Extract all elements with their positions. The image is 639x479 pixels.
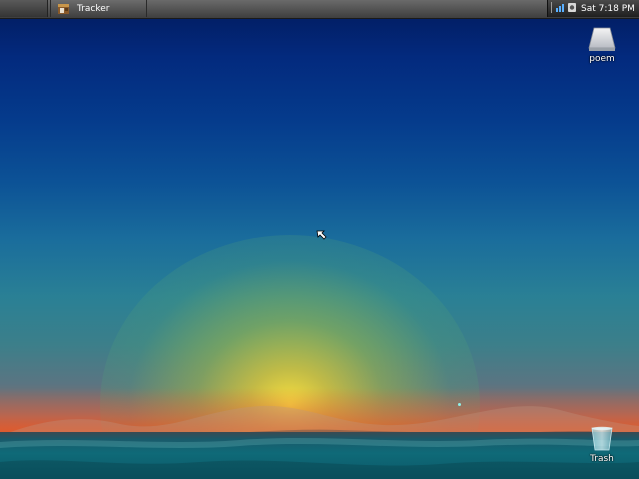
desktop-icon-label: poem: [589, 54, 615, 64]
tracker-icon: [58, 4, 69, 14]
mouse-cursor: [316, 230, 327, 240]
clock[interactable]: Sat 7:18 PM: [581, 4, 635, 14]
water-glint: [458, 403, 461, 406]
desktop-icon-poem[interactable]: poem: [582, 26, 622, 64]
tray-divider-icon: [550, 1, 554, 16]
desktop-icon-label: Trash: [590, 454, 614, 464]
network-icon[interactable]: [556, 2, 566, 16]
deskbar-menu-button[interactable]: [0, 0, 48, 17]
desktop-icon-trash[interactable]: Trash: [582, 426, 622, 464]
task-label: Tracker: [77, 3, 110, 14]
trash-icon: [591, 426, 613, 451]
distant-hills: [0, 405, 639, 440]
sea-waves: [0, 438, 639, 479]
deskbar: Tracker Sat 7:18 PM: [0, 0, 639, 19]
volume-drive-icon: [588, 27, 616, 51]
system-tray: Sat 7:18 PM: [547, 0, 639, 17]
task-button-tracker[interactable]: Tracker: [50, 0, 147, 17]
volume-icon[interactable]: [568, 2, 577, 16]
